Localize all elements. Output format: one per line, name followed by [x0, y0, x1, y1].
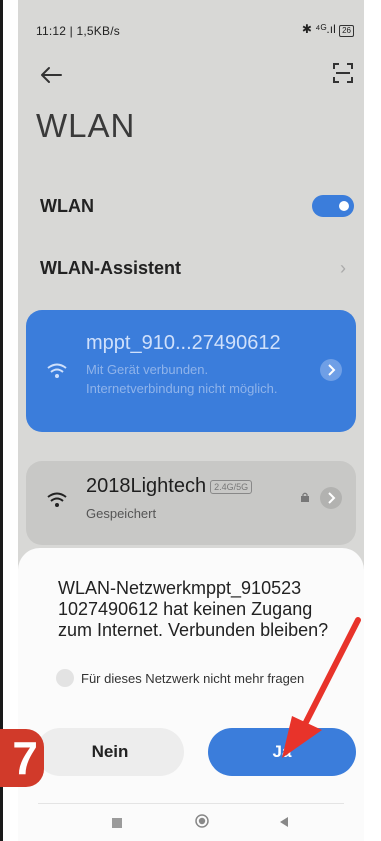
network-details-button[interactable] — [320, 359, 342, 381]
network-status: Gespeichert — [86, 506, 157, 521]
wifi-icon — [47, 363, 67, 378]
nav-divider — [38, 803, 344, 804]
page-title: WLAN — [36, 107, 136, 144]
step-number-badge: 7 — [0, 729, 44, 787]
status-bar: 11:12 | 1,5KB/s ✱ ⁴ᴳ.ıl 26 — [18, 0, 364, 62]
wlan-toggle-label: WLAN — [40, 196, 94, 216]
back-arrow-icon[interactable] — [36, 60, 66, 90]
network-item-connected[interactable]: mppt_910...27490612 Mit Gerät verbunden.… — [26, 310, 356, 432]
network-name: mppt_910...27490612 — [86, 332, 281, 354]
status-icons: ✱ ⁴ᴳ.ıl 26 — [302, 22, 354, 37]
recent-apps-icon[interactable] — [112, 818, 122, 828]
network-name: 2018Lightech 2.4G/5G — [86, 475, 253, 498]
network-status: Mit Gerät verbunden. Internetverbindung … — [86, 362, 278, 396]
chevron-right-icon — [328, 492, 336, 504]
home-icon[interactable] — [195, 814, 209, 828]
wlan-toggle-switch[interactable] — [312, 195, 354, 217]
band-badge: 2.4G/5G — [210, 479, 253, 494]
red-arrow-annotation-icon — [282, 617, 361, 758]
back-triangle-icon[interactable] — [278, 816, 290, 828]
battery-icon: 26 — [339, 25, 354, 37]
frame-edge-left — [0, 0, 3, 841]
no-button[interactable]: Nein — [36, 728, 184, 776]
dont-ask-again-checkbox[interactable] — [56, 669, 74, 687]
wifi-icon — [47, 492, 67, 507]
status-time: 11:12 | 1,5KB/s — [36, 24, 120, 38]
signal-icon: ✱ ⁴ᴳ.ıl — [301, 22, 336, 36]
qr-scan-icon[interactable] — [330, 60, 356, 86]
network-details-button[interactable] — [320, 487, 342, 509]
chevron-right-icon — [328, 364, 336, 376]
wlan-toggle-row[interactable]: WLAN — [18, 184, 364, 228]
network-name-text: 2018Lightech — [86, 475, 207, 497]
wlan-assistant-row[interactable]: WLAN-Assistent › — [18, 246, 364, 290]
wlan-assistant-label: WLAN-Assistent — [40, 258, 182, 278]
lock-icon — [301, 492, 309, 502]
chevron-right-icon: › — [340, 258, 346, 278]
network-item-saved[interactable]: 2018Lightech 2.4G/5G Gespeichert — [26, 461, 356, 545]
